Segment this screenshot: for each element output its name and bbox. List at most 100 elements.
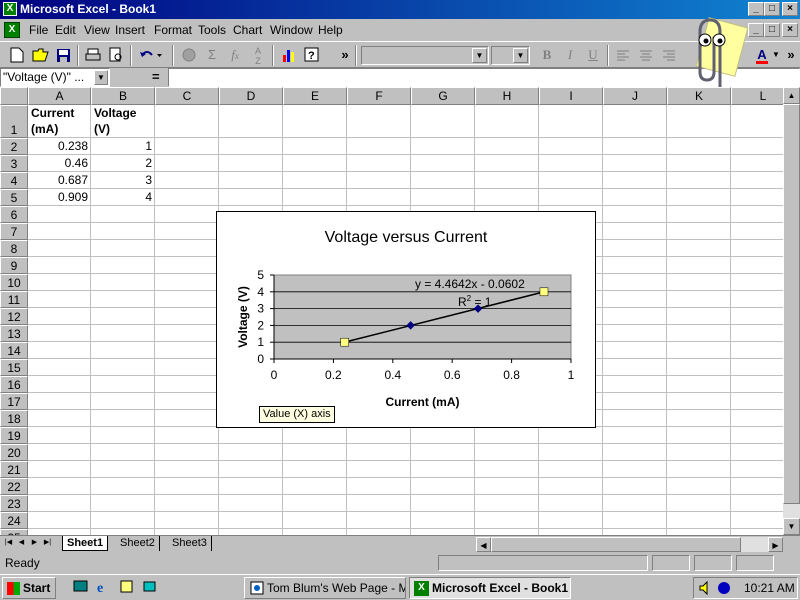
close-button[interactable]: × (782, 2, 798, 16)
selection-handle[interactable] (539, 287, 549, 297)
row-header-3[interactable]: 3 (0, 155, 28, 172)
row-header-2[interactable]: 2 (0, 138, 28, 155)
doc-close-button[interactable]: × (782, 23, 798, 37)
column-header-d[interactable]: D (219, 87, 283, 105)
menu-edit[interactable]: Edit (55, 23, 76, 37)
row-header-1[interactable]: 1 (0, 105, 28, 138)
cell-b2[interactable]: 1 (91, 138, 155, 154)
scroll-up-button[interactable]: ▲ (783, 87, 800, 104)
menu-chart[interactable]: Chart (233, 23, 262, 37)
chart-title[interactable]: Voltage versus Current (325, 229, 488, 246)
y-tick-label[interactable]: 5 (257, 268, 264, 282)
menu-window[interactable]: Window (270, 23, 313, 37)
y-tick-label[interactable]: 4 (257, 285, 264, 299)
clock[interactable]: 10:21 AM (744, 581, 795, 595)
tab-sheet3[interactable]: Sheet3 (168, 536, 212, 551)
x-tick-label[interactable]: 0 (271, 368, 278, 382)
formula-equals-button[interactable]: = (152, 69, 160, 84)
row-header-11[interactable]: 11 (0, 291, 28, 308)
row-header-24[interactable]: 24 (0, 512, 28, 529)
row-header-13[interactable]: 13 (0, 325, 28, 342)
align-left-icon[interactable] (612, 45, 634, 66)
bold-icon[interactable]: B (536, 45, 558, 66)
x-tick-label[interactable]: 0.8 (503, 368, 520, 382)
italic-icon[interactable]: I (559, 45, 581, 66)
embedded-chart[interactable]: Voltage versus Current 0 1 2 3 4 5 0 0.2 0.4 0.6 0.… (216, 211, 596, 428)
channels-icon[interactable] (118, 579, 135, 596)
menu-insert[interactable]: Insert (115, 23, 145, 37)
cell-a1-line1[interactable]: Current (28, 105, 91, 121)
column-header-e[interactable]: E (283, 87, 347, 105)
menu-file[interactable]: File (29, 23, 48, 37)
row-header-20[interactable]: 20 (0, 444, 28, 461)
next-sheet-button[interactable]: ▶ (29, 537, 40, 551)
trendline-equation[interactable]: y = 4.4642x - 0.0602 (415, 277, 525, 291)
tab-sheet2[interactable]: Sheet2 (116, 536, 160, 551)
x-tick-label[interactable]: 0.6 (444, 368, 461, 382)
menu-tools[interactable]: Tools (198, 23, 226, 37)
font-color-icon[interactable]: A (754, 45, 770, 66)
print-preview-icon[interactable] (105, 45, 127, 66)
row-header-8[interactable]: 8 (0, 240, 28, 257)
chevron-down-icon[interactable]: ▼ (94, 70, 108, 85)
cell-b1-line1[interactable]: Voltage (91, 105, 155, 121)
menu-help[interactable]: Help (318, 23, 343, 37)
name-box[interactable]: "Voltage (V)" ... ▼ (0, 68, 110, 87)
column-header-b[interactable]: B (91, 87, 155, 105)
row-header-5[interactable]: 5 (0, 189, 28, 206)
taskbar-button-web-page[interactable]: Tom Blum's Web Page - M... (244, 577, 406, 599)
internet-explorer-icon[interactable]: e (95, 579, 112, 596)
row-header-14[interactable]: 14 (0, 342, 28, 359)
column-header-j[interactable]: J (603, 87, 667, 105)
row-header-7[interactable]: 7 (0, 223, 28, 240)
workbook-icon[interactable]: X (4, 22, 20, 38)
cell-b5[interactable]: 4 (91, 189, 155, 205)
toolbar-overflow-button-2[interactable]: » (784, 45, 798, 66)
scroll-thumb[interactable] (783, 104, 800, 504)
align-right-icon[interactable] (658, 45, 680, 66)
x-tick-label[interactable]: 0.2 (325, 368, 342, 382)
menu-view[interactable]: View (84, 23, 110, 37)
row-header-17[interactable]: 17 (0, 393, 28, 410)
row-header-18[interactable]: 18 (0, 410, 28, 427)
row-header-22[interactable]: 22 (0, 478, 28, 495)
first-sheet-button[interactable]: |◀ (3, 537, 14, 551)
row-header-19[interactable]: 19 (0, 427, 28, 444)
chart-wizard-icon[interactable] (278, 45, 300, 66)
tab-sheet1[interactable]: Sheet1 (62, 536, 109, 551)
cell-a4[interactable]: 0.687 (28, 172, 91, 188)
show-desktop-icon[interactable] (72, 579, 89, 596)
menu-format[interactable]: Format (154, 23, 192, 37)
new-icon[interactable] (6, 45, 28, 66)
doc-minimize-button[interactable]: _ (748, 23, 764, 37)
row-header-12[interactable]: 12 (0, 308, 28, 325)
last-sheet-button[interactable]: ▶| (42, 537, 53, 551)
column-header-c[interactable]: C (155, 87, 219, 105)
undo-icon[interactable] (136, 45, 166, 66)
toolbar-overflow-button[interactable]: » (338, 45, 352, 66)
scroll-down-button[interactable]: ▼ (783, 518, 800, 535)
y-tick-label[interactable]: 2 (257, 318, 264, 332)
cell-a2[interactable]: 0.238 (28, 138, 91, 154)
doc-restore-button[interactable]: □ (764, 23, 780, 37)
cell-b3[interactable]: 2 (91, 155, 155, 171)
horizontal-scrollbar[interactable]: ◀ ▶ (476, 537, 783, 552)
sort-icon[interactable]: AZ (247, 45, 269, 66)
row-header-4[interactable]: 4 (0, 172, 28, 189)
column-header-g[interactable]: G (411, 87, 475, 105)
column-header-f[interactable]: F (347, 87, 411, 105)
font-size-dropdown[interactable]: ▼ (491, 46, 530, 65)
save-icon[interactable] (52, 45, 74, 66)
row-header-15[interactable]: 15 (0, 359, 28, 376)
y-axis-label[interactable]: Voltage (V) (236, 286, 250, 348)
open-icon[interactable] (29, 45, 51, 66)
outlook-express-icon[interactable] (141, 579, 158, 596)
center-icon[interactable] (635, 45, 657, 66)
scroll-right-button[interactable]: ▶ (768, 537, 783, 552)
help-icon[interactable]: ? (301, 45, 323, 66)
font-color-dropdown-arrow[interactable]: ▼ (771, 45, 781, 66)
cell-b4[interactable]: 3 (91, 172, 155, 188)
taskbar-button-excel[interactable]: X Microsoft Excel - Book1 (409, 577, 571, 599)
y-tick-label[interactable]: 0 (257, 352, 264, 366)
office-assistant-clippy[interactable] (680, 12, 750, 94)
